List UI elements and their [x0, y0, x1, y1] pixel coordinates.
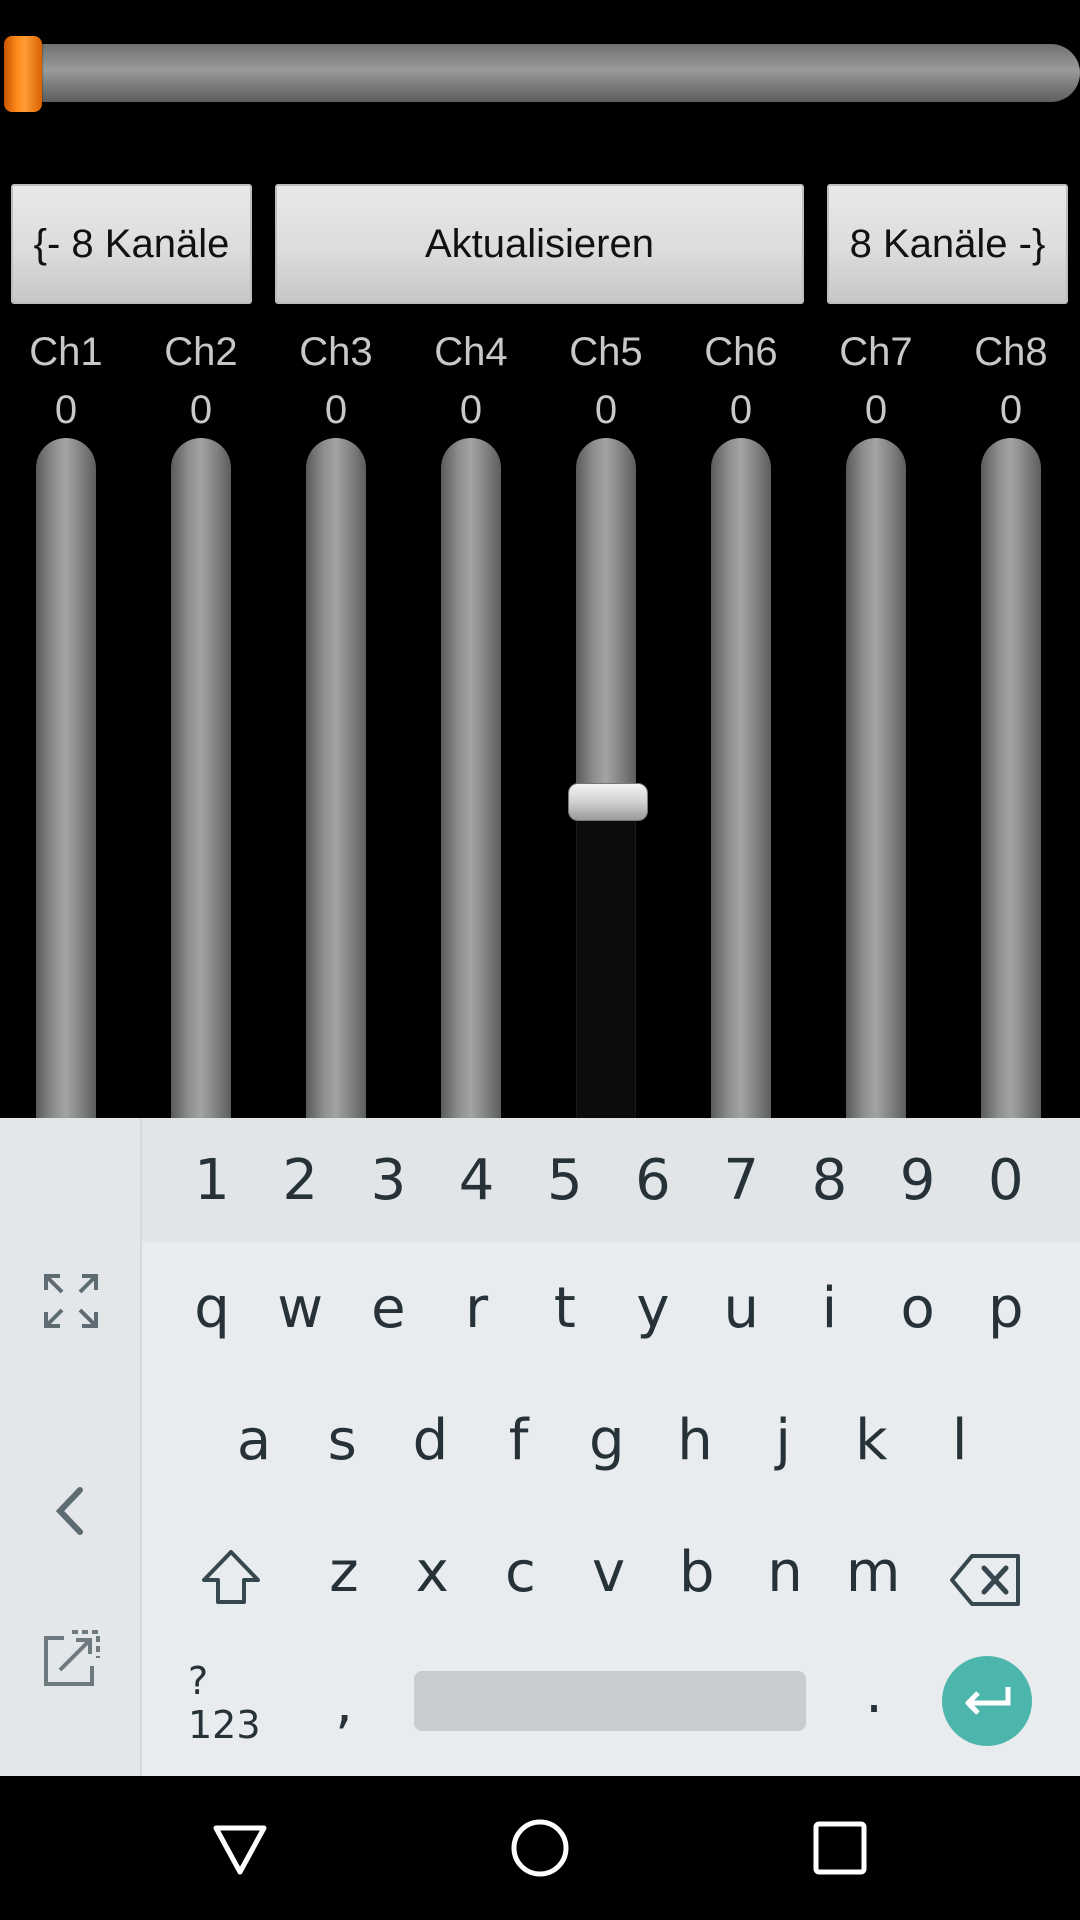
key-f[interactable]: f — [475, 1390, 563, 1490]
key-a[interactable]: a — [210, 1390, 298, 1490]
key-g[interactable]: g — [563, 1390, 651, 1490]
key-s[interactable]: s — [298, 1390, 386, 1490]
channel-name: Ch2 — [164, 330, 238, 374]
expand-icon[interactable] — [36, 1266, 106, 1336]
update-button[interactable]: Aktualisieren — [275, 184, 804, 304]
channel-name: Ch5 — [569, 330, 643, 374]
navigation-bar — [0, 1776, 1080, 1920]
key-4[interactable]: 4 — [433, 1130, 521, 1230]
channel-value: 0 — [54, 388, 78, 432]
key-j[interactable]: j — [739, 1390, 827, 1490]
key-p[interactable]: p — [962, 1258, 1050, 1358]
key-1[interactable]: 1 — [168, 1130, 256, 1230]
master-slider[interactable] — [0, 36, 1080, 112]
key-8[interactable]: 8 — [785, 1130, 873, 1230]
channel-value: 0 — [459, 388, 483, 432]
recents-square-icon[interactable] — [810, 1818, 870, 1878]
key-q[interactable]: q — [168, 1258, 256, 1358]
key-v[interactable]: v — [565, 1522, 653, 1622]
key-k[interactable]: k — [827, 1390, 915, 1490]
channel-value: 0 — [594, 388, 618, 432]
key-0[interactable]: 0 — [962, 1130, 1050, 1230]
key-o[interactable]: o — [874, 1258, 962, 1358]
key-t[interactable]: t — [521, 1258, 609, 1358]
channel-value: 0 — [999, 388, 1023, 432]
backspace-icon[interactable] — [948, 1550, 1024, 1610]
keyboard-side-panel — [0, 1118, 142, 1776]
soft-keyboard: 1234567890 qwertyuiop asdfghjkl zxcvbnm ?12… — [0, 1118, 1080, 1776]
back-triangle-icon[interactable] — [210, 1818, 270, 1878]
home-circle-icon[interactable] — [510, 1818, 570, 1878]
channel-name: Ch3 — [299, 330, 373, 374]
key-6[interactable]: 6 — [609, 1130, 697, 1230]
key-e[interactable]: e — [344, 1258, 432, 1358]
channel-slider-empty-track[interactable] — [576, 783, 636, 1123]
channel-value: 0 — [324, 388, 348, 432]
enter-button[interactable] — [942, 1656, 1032, 1746]
space-key[interactable] — [414, 1671, 806, 1731]
channel-name: Ch6 — [704, 330, 778, 374]
comma-key[interactable]: , — [300, 1653, 388, 1753]
key-z[interactable]: z — [300, 1522, 388, 1622]
key-n[interactable]: n — [741, 1522, 829, 1622]
key-3[interactable]: 3 — [344, 1130, 432, 1230]
period-key[interactable]: . — [830, 1643, 918, 1743]
key-y[interactable]: y — [609, 1258, 697, 1358]
key-b[interactable]: b — [653, 1522, 741, 1622]
channel-name: Ch1 — [29, 330, 103, 374]
key-l[interactable]: l — [916, 1390, 1004, 1490]
key-w[interactable]: w — [256, 1258, 344, 1358]
key-2[interactable]: 2 — [256, 1130, 344, 1230]
channel-value: 0 — [864, 388, 888, 432]
channel-value: 0 — [189, 388, 213, 432]
shift-icon[interactable] — [196, 1542, 266, 1612]
channel-name: Ch7 — [839, 330, 913, 374]
key-9[interactable]: 9 — [874, 1130, 962, 1230]
master-slider-track[interactable] — [6, 44, 1080, 102]
channel-name: Ch4 — [434, 330, 508, 374]
key-d[interactable]: d — [386, 1390, 474, 1490]
channel-slider-thumb[interactable] — [568, 783, 648, 821]
channel-value: 0 — [729, 388, 753, 432]
next-channels-button[interactable]: 8 Kanäle -} — [827, 184, 1068, 304]
enter-icon — [965, 1687, 1011, 1715]
previous-channels-button[interactable]: {- 8 Kanäle — [11, 184, 252, 304]
popout-icon[interactable] — [36, 1624, 106, 1694]
key-5[interactable]: 5 — [521, 1130, 609, 1230]
key-h[interactable]: h — [651, 1390, 739, 1490]
key-i[interactable]: i — [785, 1258, 873, 1358]
key-c[interactable]: c — [476, 1522, 564, 1622]
symbols-key[interactable]: ?123 — [188, 1653, 276, 1753]
chevron-left-icon[interactable] — [36, 1476, 106, 1546]
key-u[interactable]: u — [697, 1258, 785, 1358]
key-m[interactable]: m — [829, 1522, 917, 1622]
master-slider-thumb[interactable] — [4, 36, 42, 112]
channel-slider-track[interactable] — [576, 438, 636, 783]
key-x[interactable]: x — [388, 1522, 476, 1622]
key-7[interactable]: 7 — [697, 1130, 785, 1230]
key-r[interactable]: r — [433, 1258, 521, 1358]
channel-name: Ch8 — [974, 330, 1048, 374]
